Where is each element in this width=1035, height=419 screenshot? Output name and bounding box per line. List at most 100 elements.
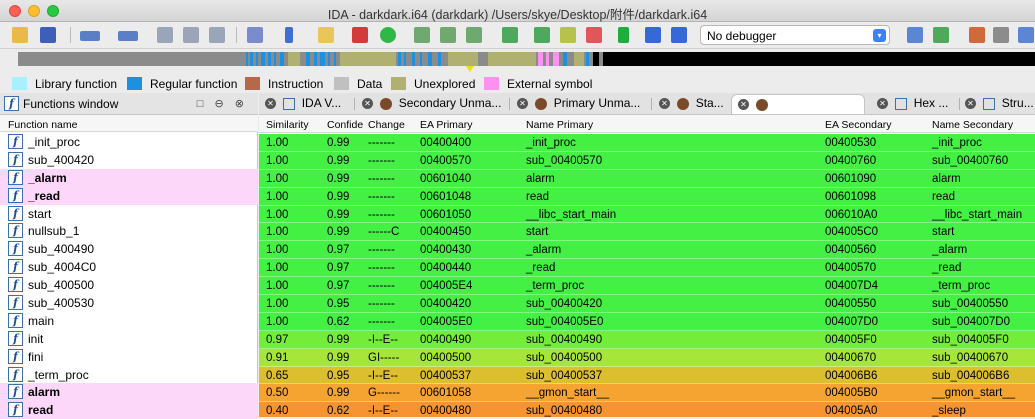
functions-window: f Functions window □ ⊖ ⊗ Function name f… — [0, 93, 258, 419]
function-name-column-header[interactable]: Function name — [0, 115, 258, 132]
column-header-confidence[interactable]: Confide — [327, 119, 363, 131]
navigation-segment — [306, 52, 310, 66]
table-row[interactable]: 0.40 0.62 -I--E-- 00400480 sub_00400480 00400… — [259, 402, 1035, 417]
confidence-cell: 0.99 — [327, 172, 350, 185]
tab-primary-unmatched[interactable]: ✕ Primary Unma... — [517, 94, 640, 114]
function-list-item[interactable]: f main — [0, 312, 258, 330]
more-icon[interactable] — [1018, 27, 1034, 43]
tab-separator — [959, 98, 960, 110]
close-icon[interactable]: ✕ — [659, 98, 670, 110]
down-arrow-icon[interactable] — [285, 27, 293, 43]
close-icon[interactable]: ✕ — [738, 99, 749, 111]
function-list-item[interactable]: f sub_4004C0 — [0, 258, 258, 276]
ea-primary-cell: 00601050 — [420, 208, 472, 221]
table-row[interactable]: 1.00 0.99 ------- 00601040 alarm 00601090 alar… — [259, 169, 1035, 188]
binoculars-icon[interactable] — [247, 27, 263, 43]
column-header-similarity[interactable]: Similarity — [266, 119, 309, 131]
bar-chart-icon[interactable] — [969, 27, 985, 43]
pause-icon[interactable] — [645, 27, 661, 43]
table-row[interactable]: 1.00 0.99 ------- 00400400 _init_proc 0040053… — [259, 134, 1035, 152]
tab-hex-view[interactable]: ✕ Hex ... — [877, 94, 948, 114]
function-list-item[interactable]: f sub_400420 — [0, 151, 258, 169]
stop-icon[interactable] — [671, 27, 687, 43]
flowchart-icon[interactable] — [466, 27, 482, 43]
function-list-item[interactable]: f _alarm — [0, 168, 258, 187]
function-list-item[interactable]: f _term_proc — [0, 366, 258, 384]
function-list-item[interactable]: f init — [0, 330, 258, 348]
close-icon[interactable]: ✕ — [362, 98, 373, 110]
table-row[interactable]: 1.00 0.99 ------C 00400450 start 004005C0 star… — [259, 223, 1035, 242]
navigation-segment — [288, 52, 300, 66]
table-row[interactable]: 1.00 0.97 ------- 00400430 _alarm 00400560 _al… — [259, 241, 1035, 260]
copy-icon[interactable] — [157, 27, 173, 43]
close-icon[interactable]: ✕ — [877, 98, 888, 110]
table-row[interactable]: 0.97 0.99 -I--E-- 00400490 sub_00400490 00400… — [259, 330, 1035, 349]
window-buttons[interactable]: □ ⊖ ⊗ — [197, 97, 248, 110]
tab-active-results[interactable]: ✕ — [731, 94, 865, 114]
close-icon[interactable]: ✕ — [965, 98, 976, 110]
function-list-item[interactable]: f sub_400490 — [0, 240, 258, 258]
navigation-strip[interactable] — [18, 52, 1035, 66]
move-node-icon[interactable] — [534, 27, 550, 43]
function-list-item[interactable]: f _read — [0, 186, 258, 205]
table-row[interactable]: 0.91 0.99 GI----- 00400500 sub_00400500 00400… — [259, 348, 1035, 367]
jump-icon[interactable] — [318, 27, 334, 43]
play-icon[interactable] — [618, 27, 629, 43]
function-list-item[interactable]: f nullsub_1 — [0, 222, 258, 240]
similarity-cell: 1.00 — [266, 298, 289, 311]
function-list-item[interactable]: f read — [0, 401, 258, 419]
change-cell: -I--E-- — [368, 333, 399, 346]
delete-icon[interactable] — [586, 27, 602, 43]
function-list-item[interactable]: f sub_400530 — [0, 294, 258, 312]
column-header-name-primary[interactable]: Name Primary — [526, 119, 593, 131]
column-header-change[interactable]: Change — [368, 119, 405, 131]
table-row[interactable]: 0.65 0.95 -I--E-- 00400537 sub_00400537 00400… — [259, 366, 1035, 385]
name-secondary-cell: __gmon_start__ — [932, 387, 1016, 400]
ea-secondary-cell: 00400530 — [825, 137, 877, 149]
navigation-band[interactable] — [0, 49, 1035, 75]
tab-statistics[interactable]: ✕ Sta... — [659, 94, 724, 114]
table-row[interactable]: 1.00 0.99 ------- 00601048 read 00601098 read — [259, 187, 1035, 206]
table-row[interactable]: 1.00 0.97 ------- 00400440 _read 00400570 _rea… — [259, 259, 1035, 278]
forward-arrow-icon[interactable] — [118, 31, 138, 41]
table-row[interactable]: 1.00 0.95 ------- 00400420 sub_00400420 00400… — [259, 295, 1035, 313]
name-primary-cell: sub_00400570 — [526, 154, 603, 167]
function-name: _alarm — [28, 170, 67, 185]
function-list-item[interactable]: f _init_proc — [0, 133, 258, 151]
similarity-cell: 1.00 — [266, 226, 289, 239]
table-row[interactable]: 0.50 0.99 G------ 00601058 __gmon_start__ 004… — [259, 384, 1035, 403]
tab-ida-view[interactable]: ✕ IDA V... — [265, 94, 341, 114]
tab-secondary-unmatched[interactable]: ✕ Secondary Unma... — [362, 94, 501, 114]
chart-icon[interactable] — [440, 27, 456, 43]
add-node-icon[interactable] — [502, 27, 518, 43]
similarity-cell: 0.91 — [266, 351, 289, 364]
table-row[interactable]: 1.00 0.99 ------- 00400570 sub_00400570 00400… — [259, 151, 1035, 170]
column-header-name-secondary[interactable]: Name Secondary — [932, 119, 1013, 131]
attach-icon[interactable] — [907, 27, 923, 43]
table-row[interactable]: 1.00 0.62 ------- 004005E0 sub_004005E0 00400… — [259, 312, 1035, 331]
close-icon[interactable]: ✕ — [517, 98, 528, 110]
column-header-ea-primary[interactable]: EA Primary — [420, 119, 473, 131]
text-icon[interactable] — [352, 27, 368, 43]
confidence-cell: 0.62 — [327, 315, 350, 328]
table-row[interactable]: 1.00 0.99 ------- 00601050 __libc_start_main… — [259, 205, 1035, 224]
function-list-item[interactable]: f start — [0, 205, 258, 223]
edit-icon[interactable] — [560, 27, 576, 43]
open-file-icon[interactable] — [12, 27, 28, 43]
green-dot-icon[interactable] — [380, 27, 396, 43]
table-row[interactable]: 1.00 0.97 ------- 004005E4 _term_proc 004007D… — [259, 277, 1035, 296]
close-icon[interactable]: ✕ — [265, 98, 276, 110]
tab-structures[interactable]: ✕ Stru... — [965, 94, 1034, 114]
function-list-item[interactable]: f alarm — [0, 383, 258, 402]
function-list-item[interactable]: f fini — [0, 348, 258, 366]
save-icon[interactable] — [40, 27, 56, 43]
detach-icon[interactable] — [933, 27, 949, 43]
settings-icon[interactable] — [993, 27, 1009, 43]
function-list-item[interactable]: f sub_400500 — [0, 276, 258, 294]
column-header-ea-secondary[interactable]: EA Secondary — [825, 119, 892, 131]
graph-icon[interactable] — [414, 27, 430, 43]
debugger-select[interactable]: No debugger ▾ — [700, 25, 890, 45]
clipboard-icon[interactable] — [209, 27, 225, 43]
paste-icon[interactable] — [183, 27, 199, 43]
back-arrow-icon[interactable] — [80, 31, 100, 41]
